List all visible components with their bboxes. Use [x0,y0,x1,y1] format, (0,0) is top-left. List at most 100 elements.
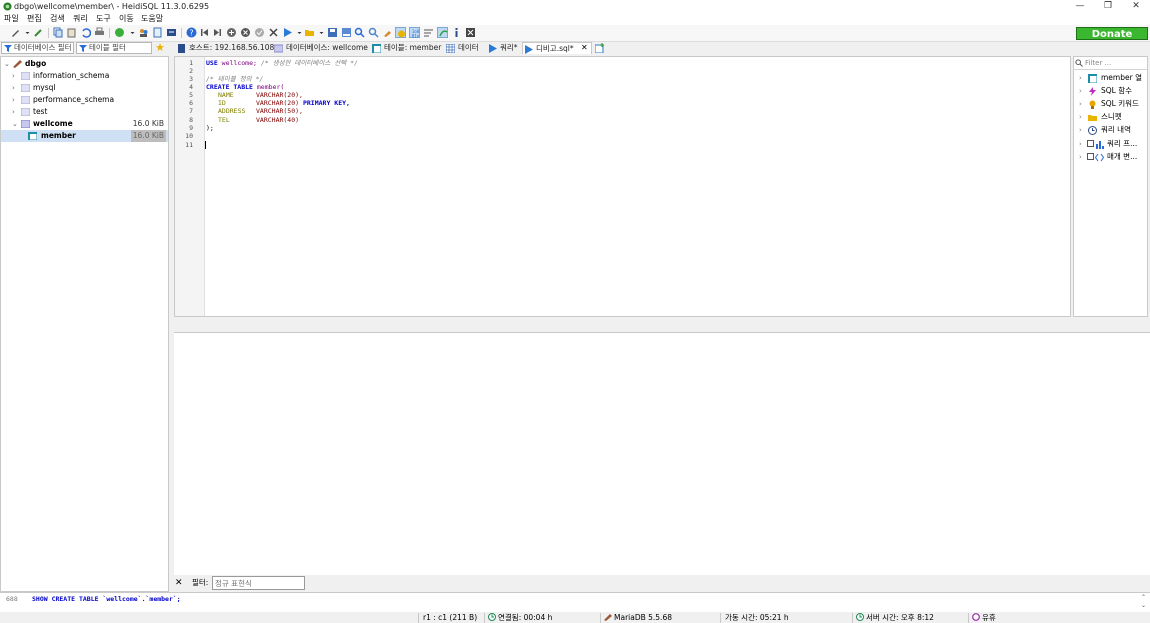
chevron-right-icon[interactable]: › [12,82,18,94]
dropdown-arrow-icon[interactable] [22,27,30,38]
chevron-right-icon[interactable]: › [12,106,18,118]
binary-data-icon[interactable]: 1o0 01o [409,27,420,39]
table-filter-input[interactable]: 테이블 필터 [76,42,152,54]
menu-edit[interactable]: 편집 [27,14,42,24]
tree-item-database-wellcome[interactable]: ⌄ wellcome 16.0 KiB [1,118,168,130]
user-manager-icon[interactable] [138,27,149,38]
menu-go[interactable]: 이동 [119,14,134,24]
find-next-icon[interactable] [368,27,379,38]
disconnect-icon[interactable] [33,27,44,38]
auto-refresh-icon[interactable] [437,27,448,38]
database-icon [274,44,283,53]
run-query-icon[interactable] [282,27,293,38]
panel-splitter[interactable] [174,318,1150,333]
svg-text:01o: 01o [412,34,420,39]
status-server-time: 서버 시간: 오후 8:12 [856,613,934,623]
donate-button[interactable]: Donate [1076,27,1148,40]
chevron-right-icon[interactable]: › [12,70,18,82]
close-tab-icon[interactable]: ✕ [581,43,588,53]
info-icon[interactable] [451,27,462,38]
table-filter-placeholder: 테이블 필터 [89,43,126,52]
bar-chart-icon [1096,141,1104,149]
clear-editor-icon[interactable] [382,27,393,38]
tree-item-database[interactable]: › test [1,106,168,118]
tab-host[interactable]: 호스트: 192.168.56.108 [176,42,274,54]
cancel-icon[interactable] [268,27,279,38]
chevron-right-icon[interactable]: › [1079,138,1082,150]
tab-table[interactable]: 테이블: member [371,42,441,54]
tree-item-database[interactable]: › mysql [1,82,168,94]
copy-icon[interactable] [52,27,63,38]
find-icon[interactable] [354,27,365,38]
sql-editor[interactable] [174,56,1071,317]
close-window-icon[interactable]: ✕ [1122,0,1150,13]
session-manager-icon[interactable] [10,27,21,38]
menu-file[interactable]: 파일 [4,14,19,24]
tab-data[interactable]: 데이터 [445,42,479,54]
tab-query[interactable]: 쿼리* [487,42,518,54]
menu-query[interactable]: 쿼리 [73,14,88,24]
tree-item-database[interactable]: › information_schema [1,70,168,82]
tab-database[interactable]: 데이터베이스: wellcome [273,42,368,54]
close-filter-icon[interactable]: ✕ [175,578,185,588]
chevron-right-icon[interactable]: › [1079,124,1082,136]
refresh-icon[interactable] [114,27,125,38]
checkbox[interactable] [1087,140,1094,147]
minimize-icon[interactable]: — [1066,0,1094,13]
last-record-icon[interactable] [212,27,223,38]
lightbulb-icon [1089,100,1096,109]
log-scrollbar[interactable]: ⌃ ⌄ [1139,594,1148,610]
dropdown-arrow-icon[interactable] [316,27,324,38]
insert-record-icon[interactable] [226,27,237,38]
code-line-type: VARCHAR(20) PRIMARY KEY, [256,99,350,107]
chevron-right-icon[interactable]: › [1079,151,1082,163]
menu-tools[interactable]: 도구 [96,14,111,24]
filter-icon [4,45,12,52]
status-uptime: 가동 시간: 05:21 h [725,613,789,622]
tree-item-database[interactable]: › performance_schema [1,94,168,106]
regex-filter-input[interactable] [212,576,305,590]
query-profiling-icon[interactable] [395,27,406,38]
restore-icon[interactable]: ❐ [1094,0,1122,13]
menu-search[interactable]: 검색 [50,14,65,24]
result-grid-area[interactable] [174,333,1150,575]
tree-item-size: 16.0 KiB [130,130,166,142]
new-query-tab-icon[interactable] [595,43,605,53]
dropdown-arrow-icon[interactable] [127,27,135,38]
chevron-right-icon[interactable]: › [1079,85,1082,97]
chevron-down-icon[interactable]: ⌄ [4,58,10,70]
log-sql-text: SHOW CREATE TABLE `wellcome`.`member`; [32,595,181,603]
chevron-right-icon[interactable]: › [1079,98,1082,110]
wrap-lines-icon[interactable] [423,27,434,38]
chevron-down-icon[interactable]: ⌄ [12,118,18,130]
dropdown-arrow-icon[interactable] [294,27,302,38]
tree-item-dbgo[interactable]: ⌄ dbgo [1,58,168,70]
tree-item-table-member[interactable]: member 16.0 KiB [1,130,168,142]
transfer-icon[interactable] [166,27,177,38]
paste-icon[interactable] [66,27,77,38]
help-icon[interactable]: ? [186,27,197,38]
favorites-star-icon[interactable]: ★ [154,42,166,54]
undo-icon[interactable] [80,27,91,38]
line-number: 6 [189,99,193,107]
open-folder-icon[interactable] [304,27,315,38]
chevron-right-icon[interactable]: › [1079,111,1082,123]
save-icon[interactable] [327,27,338,38]
close-tab-icon[interactable] [465,27,476,38]
export-icon[interactable] [152,27,163,38]
menu-help[interactable]: 도움말 [141,14,163,24]
save-as-icon[interactable] [341,27,352,38]
filter-icon [79,45,87,52]
chevron-right-icon[interactable]: › [12,94,18,106]
database-icon [21,96,30,104]
delete-record-icon[interactable] [240,27,251,38]
chevron-right-icon[interactable]: › [1079,72,1082,84]
checkbox[interactable] [1087,153,1094,160]
print-icon[interactable] [94,27,105,38]
database-filter-input[interactable]: 데이터베이스 필터 [1,42,74,54]
first-record-icon[interactable] [199,27,210,38]
search-icon [1075,59,1083,67]
code-line-type: VARCHAR(40) [256,116,300,124]
post-record-icon[interactable] [254,27,265,38]
helper-filter-input[interactable]: Filter ... [1073,57,1147,70]
